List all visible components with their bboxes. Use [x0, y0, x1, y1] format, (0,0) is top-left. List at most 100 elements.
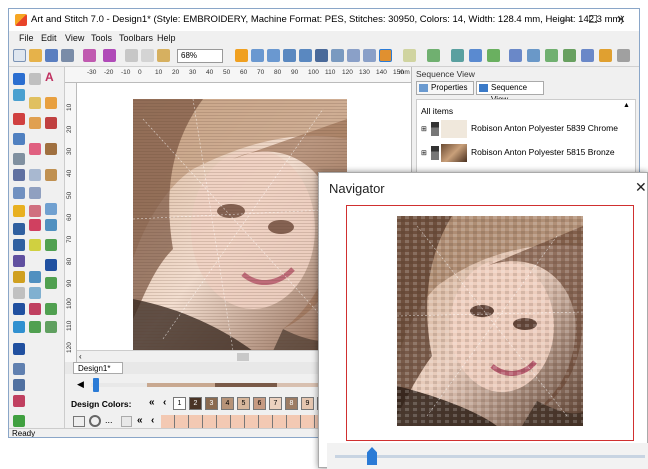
wizard-tool-icon[interactable]: [13, 415, 25, 427]
menu-toolbars[interactable]: Toolbars: [119, 33, 153, 43]
align-icon[interactable]: [509, 49, 522, 62]
zoom-select-icon[interactable]: [283, 49, 296, 62]
expand-icon[interactable]: ⊞: [421, 149, 427, 157]
tab-properties[interactable]: Properties: [416, 81, 474, 95]
ellipse-tool-icon[interactable]: [13, 271, 25, 283]
stitch-player-icon[interactable]: [469, 49, 482, 62]
outline-tool-icon[interactable]: [45, 219, 57, 231]
convert-icon[interactable]: [427, 49, 440, 62]
tab-sequence-view[interactable]: Sequence View: [476, 81, 544, 104]
appliqué-tool-icon[interactable]: [45, 117, 57, 129]
line-tool-icon[interactable]: [13, 223, 25, 235]
thread-chart-icon[interactable]: [73, 416, 85, 427]
grid-icon[interactable]: [251, 49, 264, 62]
first-thread-icon[interactable]: «: [137, 415, 143, 426]
freehand-tool-icon[interactable]: [29, 73, 41, 85]
gradient-tool-icon[interactable]: [29, 287, 41, 299]
color-chip[interactable]: 7: [269, 397, 282, 410]
color-chip[interactable]: 4: [221, 397, 234, 410]
slider-left-icon[interactable]: ◀: [77, 379, 84, 390]
layers-icon[interactable]: [363, 49, 376, 62]
color-swatch-icon[interactable]: [121, 416, 132, 427]
pattern-tool-icon[interactable]: [29, 117, 41, 129]
expand-icon[interactable]: ⊞: [421, 125, 427, 133]
sew-icon[interactable]: [451, 49, 464, 62]
color-chip[interactable]: 2: [189, 397, 202, 410]
pencil-tool-icon[interactable]: [13, 205, 25, 217]
distribute-icon[interactable]: [527, 49, 540, 62]
navigator-slider-thumb[interactable]: [367, 447, 377, 465]
stitch-type-icon[interactable]: [45, 259, 57, 271]
3d-view-icon[interactable]: [235, 49, 248, 62]
stitch-slider-thumb[interactable]: [93, 378, 99, 392]
circle-tool-icon[interactable]: [29, 271, 41, 283]
navigator-slider-track[interactable]: [335, 455, 645, 458]
new-icon[interactable]: [13, 49, 26, 62]
ungroup-icon[interactable]: [581, 49, 594, 62]
help-icon[interactable]: [617, 49, 630, 62]
view-icon[interactable]: [315, 49, 328, 62]
image-tool-icon[interactable]: [13, 363, 25, 375]
more-icon[interactable]: ...: [105, 415, 113, 425]
menu-file[interactable]: File: [19, 33, 34, 43]
menu-edit[interactable]: Edit: [41, 33, 57, 43]
copy-icon[interactable]: [141, 49, 154, 62]
minimize-button[interactable]: —: [557, 12, 577, 28]
group-icon[interactable]: [563, 49, 576, 62]
list-item[interactable]: ⊞ Robison Anton Polyester 5815 Bronze: [419, 142, 629, 164]
open-icon[interactable]: [29, 49, 42, 62]
running-stitch-icon[interactable]: [29, 205, 41, 217]
heart-tool-icon[interactable]: [29, 303, 41, 315]
visibility-icon[interactable]: [431, 146, 439, 160]
fill-pattern-icon[interactable]: [45, 239, 57, 251]
paste-icon[interactable]: [157, 49, 170, 62]
color-chip[interactable]: 5: [237, 397, 250, 410]
eraser-tool-icon[interactable]: [13, 287, 25, 299]
measure-tool-icon[interactable]: [13, 169, 25, 181]
navigator-zoom-slider[interactable]: [327, 443, 648, 469]
scrollbar-thumb[interactable]: [237, 353, 249, 361]
color-chip[interactable]: 6: [253, 397, 266, 410]
color-picker-icon[interactable]: [13, 321, 25, 333]
zoom-tool-icon[interactable]: [13, 133, 25, 145]
satin-tool-icon[interactable]: [29, 219, 41, 231]
list-item[interactable]: ⊞ Robison Anton Polyester 5839 Chrome: [419, 118, 629, 140]
realistic-view-icon[interactable]: [347, 49, 360, 62]
menu-view[interactable]: View: [65, 33, 84, 43]
select-tool-icon[interactable]: [13, 73, 25, 85]
export-icon[interactable]: [103, 49, 116, 62]
menu-help[interactable]: Help: [157, 33, 176, 43]
list-scroll-up-icon[interactable]: ▲: [623, 102, 630, 109]
color-chip[interactable]: 9: [301, 397, 314, 410]
first-color-icon[interactable]: «: [149, 397, 155, 408]
crop-tool-icon[interactable]: [13, 113, 25, 125]
node-edit-icon[interactable]: [13, 89, 25, 101]
color-chip[interactable]: 8: [285, 397, 298, 410]
navigator-viewport[interactable]: [346, 205, 634, 441]
polygon-tool-icon[interactable]: [13, 255, 25, 267]
star-tool-icon[interactable]: [29, 239, 41, 251]
texture-tool-icon[interactable]: [45, 143, 57, 155]
picture-icon[interactable]: [379, 49, 392, 62]
align-tool-icon[interactable]: [29, 187, 41, 199]
cut-icon[interactable]: [125, 49, 138, 62]
tab-design1[interactable]: Design1*: [73, 362, 123, 374]
zoom-input[interactable]: 68%: [177, 49, 223, 63]
import-icon[interactable]: [83, 49, 96, 62]
ruler-tool-icon[interactable]: [13, 187, 25, 199]
hoop-icon[interactable]: [299, 49, 312, 62]
node-tool-icon[interactable]: [403, 49, 416, 62]
close-button[interactable]: ✕: [611, 12, 631, 28]
fill-tool-icon[interactable]: [45, 97, 57, 109]
rectangle-tool-icon[interactable]: [29, 143, 41, 155]
menu-tools[interactable]: Tools: [91, 33, 112, 43]
trace-tool-icon[interactable]: [13, 395, 25, 407]
color-chip[interactable]: 1: [173, 397, 186, 410]
scroll-left-icon[interactable]: ‹: [79, 352, 82, 361]
color-chip[interactable]: 3: [205, 397, 218, 410]
prev-thread-icon[interactable]: ‹: [151, 415, 154, 426]
arc-tool-icon[interactable]: [13, 239, 25, 251]
save-icon[interactable]: [45, 49, 58, 62]
stitch-fill-icon[interactable]: [29, 321, 41, 333]
embroidery-design[interactable]: [133, 99, 347, 351]
